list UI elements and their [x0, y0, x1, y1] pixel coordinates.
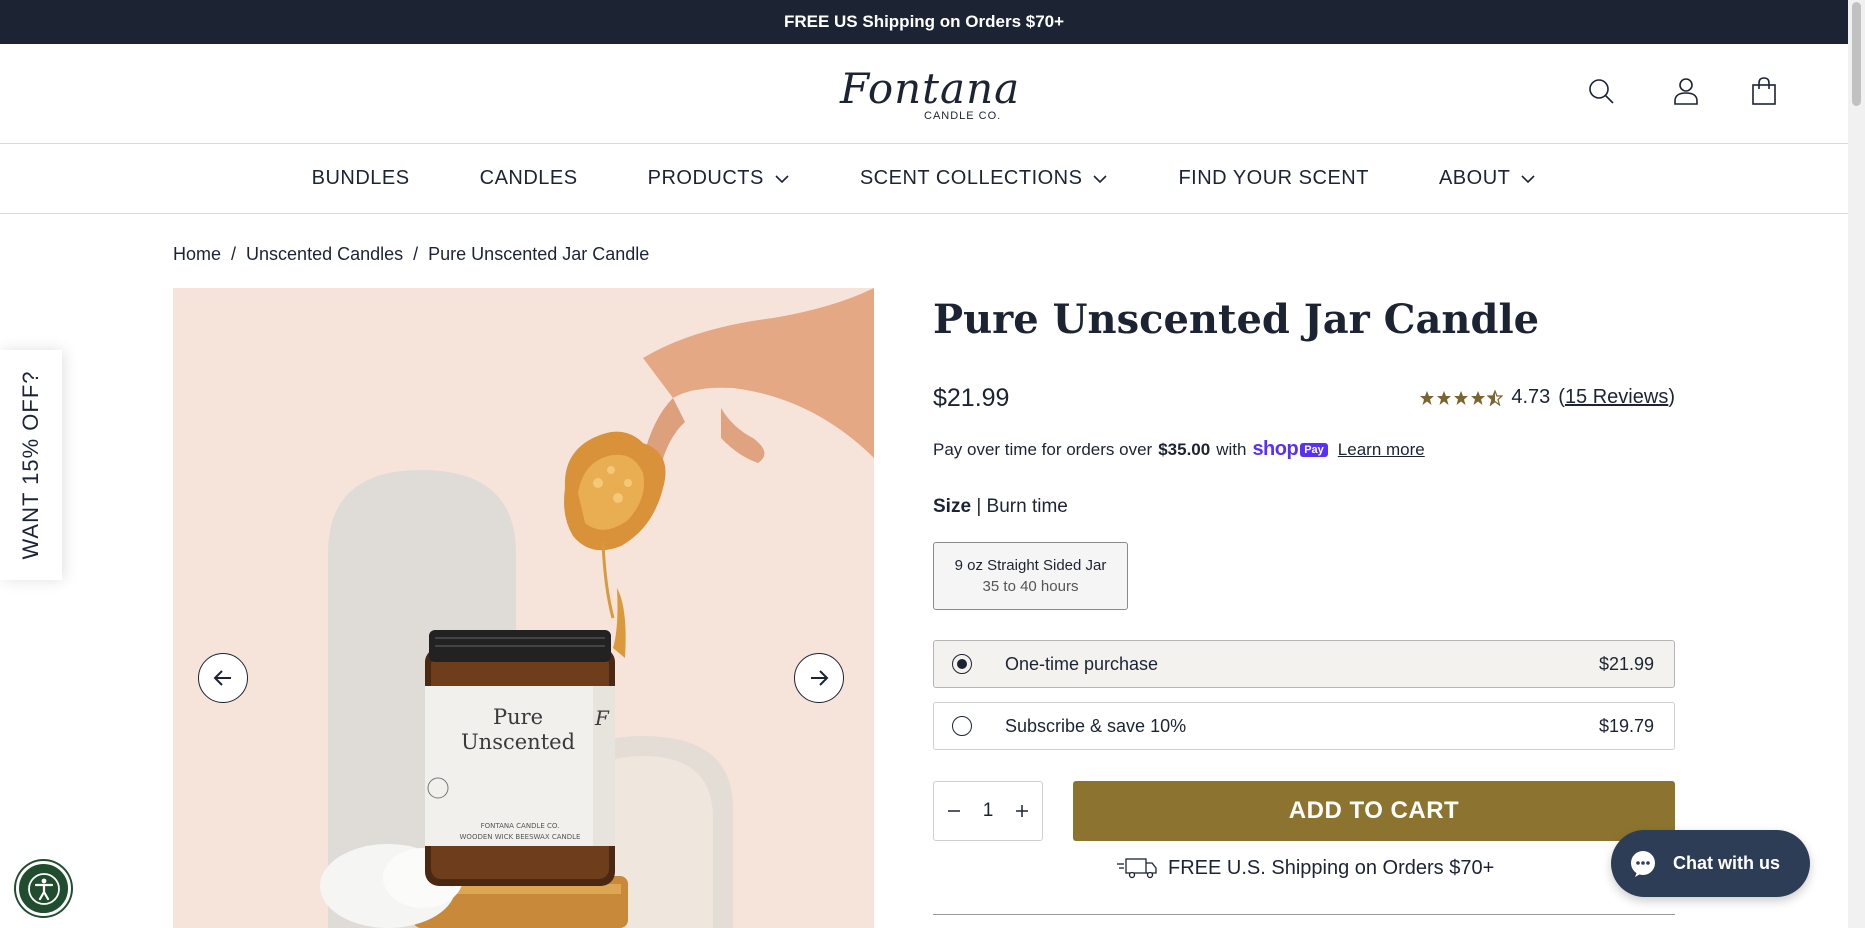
- jar-label-desc: WOODEN WICK BEESWAX CANDLE: [460, 833, 581, 841]
- product-photo: Pure Unscented FONTANA CANDLE CO. WOODEN…: [320, 288, 874, 928]
- delivery-truck-icon: [1117, 858, 1157, 879]
- product-gallery[interactable]: Pure Unscented FONTANA CANDLE CO. WOODEN…: [173, 288, 874, 928]
- plan-label: One-time purchase: [1005, 653, 1159, 674]
- page-scrollbar[interactable]: [1848, 0, 1865, 928]
- product-rating: 4.73 (15 Reviews): [1419, 386, 1675, 409]
- size-option-burn-time: 35 to 40 hours: [982, 578, 1079, 595]
- jar-label-unscented: Unscented: [461, 730, 575, 754]
- brand-logo[interactable]: Fontana CANDLE CO.: [840, 64, 1021, 124]
- plan-price: $21.99: [1598, 653, 1654, 674]
- breadcrumb-separator: /: [413, 244, 419, 264]
- logo-tagline: CANDLE CO.: [924, 110, 1002, 122]
- chat-label: Chat with us: [1673, 853, 1780, 873]
- logo-wordmark: Fontana: [840, 64, 1021, 113]
- learn-more-link[interactable]: Learn more: [1338, 440, 1425, 460]
- quantity-value[interactable]: 1: [983, 800, 994, 822]
- quantity-stepper: 1: [933, 781, 1043, 841]
- star-rating: [1419, 389, 1504, 406]
- gallery-next-button[interactable]: [794, 653, 844, 703]
- breadcrumb-home[interactable]: Home: [173, 244, 221, 265]
- section-divider: [933, 914, 1675, 915]
- shipping-note: FREE U.S. Shipping on Orders $70+: [1116, 856, 1494, 880]
- star-icon: [1454, 390, 1469, 405]
- plus-icon: [1015, 805, 1028, 817]
- product-info: Pure Unscented Jar Candle $21.99 4.73 (1…: [933, 288, 1675, 915]
- shipping-note-text: FREE U.S. Shipping on Orders $70+: [1168, 856, 1495, 879]
- cart-icon[interactable]: [1749, 76, 1779, 106]
- installments-amount: $35.00: [1158, 439, 1211, 459]
- breadcrumb-current: Pure Unscented Jar Candle: [428, 244, 650, 264]
- reviews-link-wrap: (15 Reviews): [1558, 386, 1675, 408]
- star-half-icon: [1487, 389, 1504, 406]
- chat-bubble-icon: [1631, 850, 1655, 877]
- account-icon[interactable]: [1671, 76, 1701, 106]
- plan-one-time[interactable]: One-time purchase $21.99: [933, 640, 1675, 688]
- jar-label-pure: Pure: [493, 705, 543, 729]
- nav-item-products[interactable]: PRODUCTS: [648, 167, 790, 190]
- main-nav: BUNDLES CANDLES PRODUCTS SCENT COLLECTIO…: [0, 144, 1848, 214]
- breadcrumb-separator: /: [231, 244, 237, 264]
- chevron-down-icon: [1093, 174, 1108, 183]
- jar-label-side: F: [594, 706, 610, 730]
- reviews-link[interactable]: 15 Reviews: [1565, 386, 1668, 408]
- star-icon: [1471, 390, 1486, 405]
- radio-selected[interactable]: [952, 654, 972, 674]
- installments-message: Pay over time for orders over $35.00 wit…: [933, 438, 1425, 460]
- accessibility-button[interactable]: [16, 861, 71, 916]
- plan-subscribe[interactable]: Subscribe & save 10% $19.79: [933, 702, 1675, 750]
- plan-label: Subscribe & save 10%: [1005, 715, 1187, 736]
- jar-label-brand: FONTANA CANDLE CO.: [481, 822, 560, 830]
- breadcrumb: Home / Unscented Candles / Pure Unscente…: [173, 244, 649, 265]
- arrow-left-icon: [213, 670, 231, 686]
- add-to-cart-button[interactable]: ADD TO CART: [1073, 781, 1675, 841]
- star-icon: [1420, 390, 1435, 405]
- size-option-name: 9 oz Straight Sided Jar: [954, 557, 1107, 574]
- announcement-bar: FREE US Shipping on Orders $70+: [0, 0, 1848, 44]
- radio-unselected[interactable]: [952, 716, 972, 736]
- arrow-right-icon: [811, 670, 829, 686]
- chat-button[interactable]: Chat with us: [1611, 830, 1810, 897]
- scrollbar-thumb[interactable]: [1852, 2, 1861, 106]
- nav-item-find-your-scent[interactable]: FIND YOUR SCENT: [1178, 167, 1368, 190]
- nav-item-about[interactable]: ABOUT: [1439, 167, 1536, 190]
- search-icon[interactable]: [1586, 76, 1616, 106]
- breadcrumb-collection[interactable]: Unscented Candles: [246, 244, 403, 265]
- nav-item-candles[interactable]: CANDLES: [480, 167, 578, 190]
- size-option[interactable]: 9 oz Straight Sided Jar 35 to 40 hours: [933, 542, 1128, 610]
- chevron-down-icon: [775, 174, 789, 183]
- gallery-prev-button[interactable]: [198, 653, 248, 703]
- product-title: Pure Unscented Jar Candle: [933, 296, 1540, 343]
- discount-tab-label: WANT 15% OFF?: [18, 370, 43, 560]
- size-label: Size | Burn time: [933, 496, 1068, 517]
- shop-pay-logo: shop: [1252, 438, 1299, 460]
- plan-price: $19.79: [1598, 715, 1654, 736]
- star-icon: [1437, 390, 1452, 405]
- product-price: $21.99: [933, 384, 1010, 412]
- discount-side-tab[interactable]: WANT 15% OFF?: [0, 350, 62, 580]
- site-header: Fontana CANDLE CO.: [0, 44, 1848, 144]
- minus-icon: [948, 810, 961, 812]
- quantity-decrease-button[interactable]: [942, 799, 966, 823]
- nav-item-scent-collections[interactable]: SCENT COLLECTIONS: [860, 167, 1109, 190]
- nav-item-bundles[interactable]: BUNDLES: [312, 167, 410, 190]
- chevron-down-icon: [1521, 174, 1535, 183]
- announcement-text: FREE US Shipping on Orders $70+: [783, 12, 1065, 31]
- accessibility-icon: [27, 872, 60, 905]
- rating-value: 4.73: [1511, 386, 1551, 408]
- quantity-increase-button[interactable]: [1010, 799, 1034, 823]
- shop-pay-badge: Pay: [1300, 442, 1328, 457]
